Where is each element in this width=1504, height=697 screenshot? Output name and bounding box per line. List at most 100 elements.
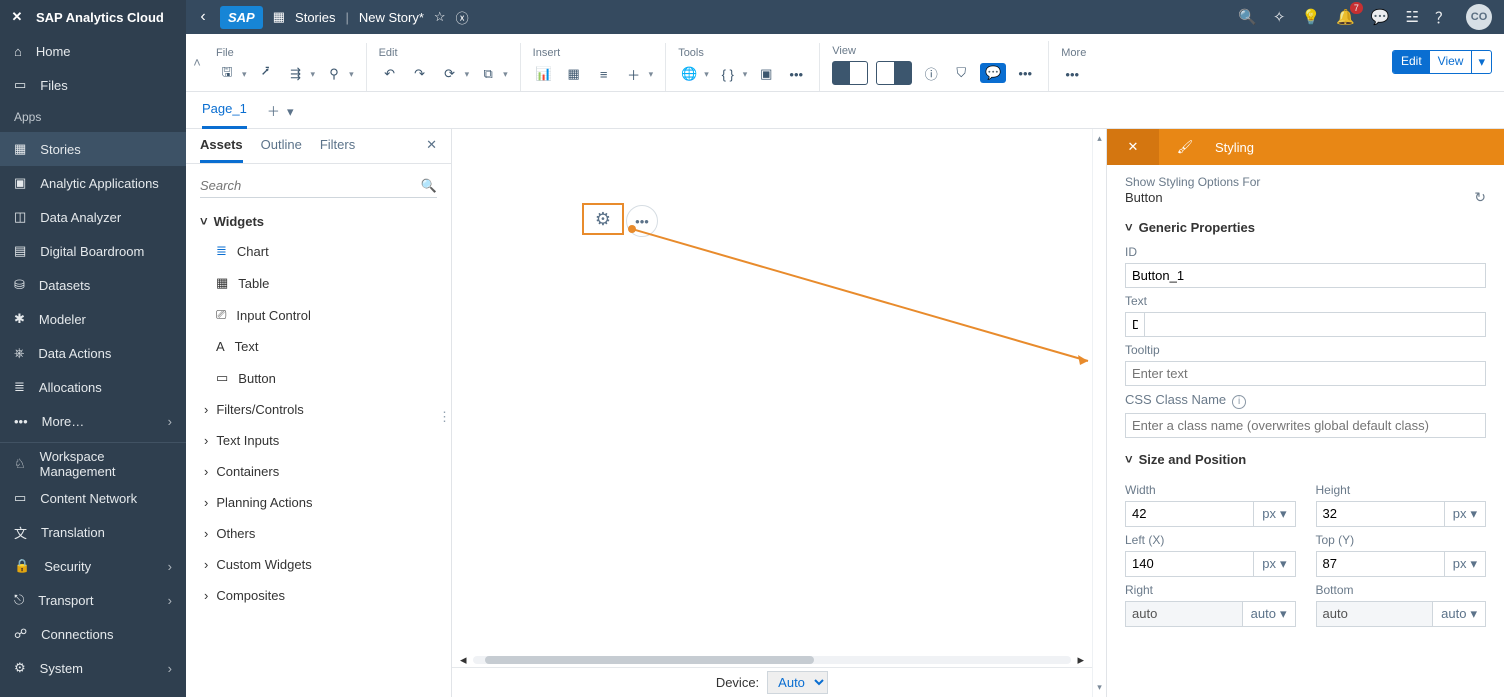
filter-icon[interactable]: ⛉ [950, 62, 972, 84]
ribbon-collapse-icon[interactable]: ˄ [193, 55, 201, 70]
nav-analytic-apps[interactable]: ▣Analytic Applications [0, 166, 186, 200]
view-more-icon[interactable]: ••• [1014, 62, 1036, 84]
right-unit[interactable]: auto▾ [1243, 601, 1296, 627]
search-icon[interactable]: 🔍 [1238, 8, 1257, 26]
top-unit[interactable]: px▾ [1445, 551, 1486, 577]
nav-security[interactable]: 🔒Security› [0, 549, 186, 583]
chat-icon[interactable]: 💬 [1371, 8, 1390, 26]
asset-composites[interactable]: ›Composites [186, 580, 451, 611]
nav-modeler[interactable]: ✱Modeler [0, 302, 186, 336]
avatar[interactable]: CO [1466, 4, 1492, 30]
tab-filters[interactable]: Filters [320, 137, 355, 163]
left-unit[interactable]: px▾ [1254, 551, 1295, 577]
tab-assets[interactable]: Assets [200, 137, 243, 163]
left-input[interactable] [1125, 551, 1254, 577]
size-pos-header[interactable]: ˅Size and Position [1125, 452, 1486, 467]
mode-dropdown-icon[interactable]: ▾ [1471, 51, 1491, 73]
crumb-stories[interactable]: Stories [295, 10, 335, 25]
asset-button[interactable]: ▭Button [186, 362, 451, 394]
nav-home[interactable]: ⌂Home [0, 34, 186, 68]
width-input[interactable] [1125, 501, 1254, 527]
page-tab-1[interactable]: Page_1 [202, 92, 247, 129]
text-input[interactable] [1125, 312, 1145, 337]
device-select[interactable]: Auto [767, 671, 828, 694]
asset-planning[interactable]: ›Planning Actions [186, 487, 451, 518]
info-icon[interactable]: i [1232, 395, 1246, 409]
discuss-icon[interactable]: ✧ [1273, 8, 1286, 26]
right-panel-toggle[interactable] [876, 61, 912, 85]
chart-icon[interactable]: 📊 [533, 63, 555, 85]
nav-more[interactable]: •••More…› [0, 404, 186, 438]
asset-text-inputs[interactable]: ›Text Inputs [186, 425, 451, 456]
nav-connections[interactable]: ☍Connections [0, 617, 186, 651]
nav-content-network[interactable]: ▭Content Network [0, 481, 186, 515]
builder-tab[interactable]: ✕ [1107, 129, 1159, 165]
link-icon[interactable]: ⚲ [323, 63, 345, 85]
nav-datasets[interactable]: ⛁Datasets [0, 268, 186, 302]
asset-others[interactable]: ›Others [186, 518, 451, 549]
close-story-icon[interactable]: ⓧ [456, 8, 469, 27]
panel-grip-icon[interactable]: ⋮ [438, 409, 451, 425]
view-mode-button[interactable]: View [1430, 51, 1472, 73]
asset-chart[interactable]: ≣Chart [186, 235, 451, 267]
favorite-icon[interactable]: ☆ [434, 9, 446, 25]
asset-filters-controls[interactable]: ›Filters/Controls [186, 394, 451, 425]
nav-system[interactable]: ⚙System› [0, 651, 186, 685]
refresh-icon[interactable]: ⟳ [439, 63, 461, 85]
asset-table[interactable]: ▦Table [186, 267, 451, 299]
assets-search-input[interactable] [200, 174, 421, 197]
nav-translation[interactable]: 文Translation [0, 515, 186, 549]
controls-icon[interactable]: ≡ [593, 63, 615, 85]
story-canvas[interactable]: ⚙ ••• [452, 129, 1092, 653]
canvas-h-scroll[interactable]: ◂ ▸ [452, 653, 1092, 667]
scroll-down-icon[interactable]: ▾ [1097, 682, 1102, 693]
widgets-header[interactable]: ˅Widgets [186, 208, 451, 235]
height-input[interactable] [1316, 501, 1445, 527]
nav-close-icon[interactable]: ✕ [10, 9, 24, 25]
comment-icon[interactable]: 💬 [980, 63, 1006, 83]
search-icon[interactable]: 🔍 [421, 178, 437, 194]
back-button[interactable]: ‹ [186, 8, 220, 26]
scroll-right-icon[interactable]: ▸ [1077, 652, 1084, 668]
nav-workspace[interactable]: ♘Workspace Management [0, 447, 186, 481]
asset-custom-widgets[interactable]: ›Custom Widgets [186, 549, 451, 580]
export-icon[interactable]: ⭷ [255, 63, 277, 85]
nav-transport[interactable]: ⎋Transport› [0, 583, 186, 617]
tab-outline[interactable]: Outline [261, 137, 302, 163]
info-icon[interactable]: ⓘ [920, 62, 942, 84]
table-icon[interactable]: ▦ [563, 63, 585, 85]
styling-tab-icon[interactable]: 🖌 [1159, 129, 1211, 165]
id-input[interactable] [1125, 263, 1486, 288]
nav-data-analyzer[interactable]: ◫Data Analyzer [0, 200, 186, 234]
nav-data-actions[interactable]: ⎈Data Actions [0, 336, 186, 370]
left-panel-toggle[interactable] [832, 61, 868, 85]
add-page-button[interactable]: ＋ ▾ [267, 101, 294, 120]
text-input-rest[interactable] [1145, 312, 1486, 337]
copy-icon[interactable]: ⧉ [477, 63, 499, 85]
generic-props-header[interactable]: ˅Generic Properties [1125, 220, 1486, 235]
global-v-scroll[interactable]: ▴ ▾ [1092, 129, 1106, 697]
undo-icon[interactable]: ↶ [379, 63, 401, 85]
share-icon[interactable]: ⇶ [285, 63, 307, 85]
nav-stories[interactable]: ▦Stories [0, 132, 186, 166]
reset-icon[interactable]: ↻ [1474, 189, 1486, 206]
calc-icon[interactable]: 🌐 [678, 63, 700, 85]
add-icon[interactable]: ＋ [623, 63, 645, 85]
scroll-up-icon[interactable]: ▴ [1097, 133, 1102, 144]
asset-input-control[interactable]: ⎚Input Control [186, 299, 451, 331]
feedback-icon[interactable]: ☳ [1406, 8, 1419, 26]
bottom-unit[interactable]: auto▾ [1433, 601, 1486, 627]
snapshot-icon[interactable]: ▣ [755, 63, 777, 85]
scroll-left-icon[interactable]: ◂ [460, 652, 467, 668]
asset-containers[interactable]: ›Containers [186, 456, 451, 487]
nav-allocations[interactable]: ≣Allocations [0, 370, 186, 404]
asset-text[interactable]: AText [186, 331, 451, 362]
widget-menu-button[interactable]: ••• [626, 205, 658, 237]
button-widget[interactable]: ⚙ ••• [582, 203, 624, 235]
notifications-icon[interactable]: 🔔7 [1336, 8, 1355, 26]
edit-mode-button[interactable]: Edit [1393, 51, 1430, 73]
code-icon[interactable]: { } [717, 63, 739, 85]
css-input[interactable] [1125, 413, 1486, 438]
top-input[interactable] [1316, 551, 1445, 577]
height-unit[interactable]: px▾ [1445, 501, 1486, 527]
